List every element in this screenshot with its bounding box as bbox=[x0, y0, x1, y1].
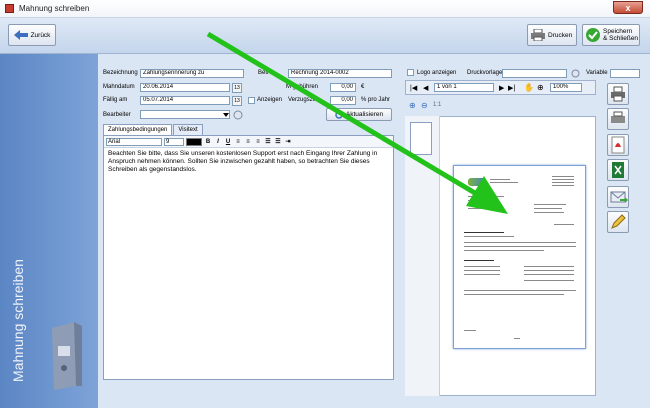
zoom-icon[interactable]: ⊕ bbox=[537, 83, 544, 92]
indent-icon[interactable]: ⇥ bbox=[284, 138, 292, 146]
faellig-field[interactable]: 05.07.2014 bbox=[140, 96, 230, 105]
first-page-icon[interactable]: |◀ bbox=[410, 84, 417, 92]
mahndatum-label: Mahndatum bbox=[103, 84, 135, 90]
bezeichnung-label: Bezeichnung bbox=[103, 70, 138, 76]
email-icon bbox=[610, 191, 628, 203]
printer-icon bbox=[531, 29, 545, 41]
bullet-list-icon[interactable]: ☰ bbox=[264, 138, 272, 146]
editor-content[interactable]: Beachten Sie bitte, dass Sie unseren kos… bbox=[104, 148, 393, 176]
side-title: Mahnung schreiben bbox=[10, 259, 26, 382]
number-list-icon[interactable]: ☰ bbox=[274, 138, 282, 146]
pdf-export-button[interactable] bbox=[607, 134, 629, 156]
faellig-label: Fällig am bbox=[103, 97, 128, 103]
printer-settings-icon bbox=[611, 111, 625, 123]
zinsen-field[interactable]: 0,00 bbox=[330, 96, 356, 105]
refresh-icon[interactable] bbox=[233, 110, 243, 120]
variable-field[interactable] bbox=[610, 69, 640, 78]
save-label: Speichern bbox=[603, 28, 633, 35]
toolbar: Zurück Drucken Speichern & Schließen bbox=[0, 18, 650, 54]
logo-checkbox[interactable] bbox=[407, 69, 414, 76]
thumbnail-column bbox=[405, 116, 440, 396]
chevron-down-icon bbox=[223, 113, 229, 117]
close-label: & Schließen bbox=[603, 35, 639, 42]
back-arrow-icon bbox=[13, 30, 28, 40]
zoom-in-icon[interactable]: ⊕ bbox=[409, 101, 416, 110]
print-label: Drucken bbox=[548, 31, 573, 39]
preview-toolbar: |◀ ◀ 1 von 1 ▶ ▶| ✋ ⊕ 100% bbox=[405, 80, 596, 95]
checkmark-icon bbox=[586, 28, 600, 42]
zinsen-label: Verzugszins bbox=[288, 97, 321, 103]
hand-icon[interactable]: ✋ bbox=[524, 83, 534, 92]
printer-setup-button[interactable] bbox=[607, 108, 629, 130]
anzeigen-checkbox[interactable] bbox=[248, 97, 255, 104]
calendar-icon[interactable]: 13 bbox=[232, 83, 242, 93]
edit-button[interactable] bbox=[607, 211, 629, 233]
tab-zahlungsbedingungen[interactable]: Zahlungsbedingungen bbox=[103, 124, 173, 135]
anzeigen-label: Anzeigen bbox=[257, 97, 283, 103]
ratio-label[interactable]: 1:1 bbox=[433, 102, 441, 108]
spesen-field[interactable]: 0,00 bbox=[330, 83, 356, 92]
app-icon bbox=[5, 4, 14, 13]
betreff-field[interactable]: Rechnung 2014-0002 bbox=[288, 69, 392, 78]
zinsen-unit: % pro Jahr bbox=[361, 97, 391, 103]
logo-label: Logo anzeigen bbox=[417, 70, 457, 76]
excel-icon bbox=[612, 162, 624, 178]
betreff-label: Betre bbox=[258, 70, 273, 76]
excel-export-button[interactable] bbox=[607, 159, 629, 181]
document-page bbox=[453, 165, 586, 349]
close-button[interactable]: x bbox=[613, 1, 643, 14]
spesen-unit: € bbox=[361, 84, 365, 90]
prev-page-icon[interactable]: ◀ bbox=[423, 84, 428, 92]
print-button[interactable]: Drucken bbox=[527, 24, 577, 46]
email-button[interactable] bbox=[607, 186, 629, 208]
pdf-icon bbox=[611, 136, 625, 154]
italic-button[interactable]: I bbox=[214, 138, 222, 146]
calendar-icon[interactable]: 13 bbox=[232, 96, 242, 106]
format-toolbar: Arial 9 B I U ≡ ≡ ≡ ☰ ☰ ⇥ bbox=[104, 136, 393, 148]
variable-label: Variable bbox=[586, 70, 608, 76]
save-close-button[interactable]: Speichern & Schließen bbox=[582, 24, 640, 46]
align-right-icon[interactable]: ≡ bbox=[254, 138, 262, 146]
text-editor[interactable]: Arial 9 B I U ≡ ≡ ≡ ☰ ☰ ⇥ Beachten Sie b… bbox=[103, 135, 394, 380]
pencil-icon bbox=[611, 214, 626, 229]
druckvorlage-label: Druckvorlage bbox=[467, 70, 503, 76]
company-logo bbox=[468, 178, 486, 186]
back-label: Zurück bbox=[30, 31, 51, 39]
bearbeiter-label: Bearbeiter bbox=[103, 112, 131, 118]
refresh-icon[interactable] bbox=[571, 69, 580, 78]
page-thumbnail[interactable] bbox=[410, 122, 432, 155]
page-field[interactable]: 1 von 1 bbox=[434, 83, 494, 92]
zoom-select[interactable]: 100% bbox=[550, 83, 582, 92]
aktualisieren-label: Aktualisieren bbox=[345, 111, 384, 118]
mahndatum-field[interactable]: 20.06.2014 bbox=[140, 83, 230, 92]
align-center-icon[interactable]: ≡ bbox=[244, 138, 252, 146]
print-side-button[interactable] bbox=[607, 83, 629, 105]
window-title: Mahnung schreiben bbox=[19, 4, 90, 13]
size-select[interactable]: 9 bbox=[164, 137, 184, 146]
tab-visitext[interactable]: Visitext bbox=[173, 124, 203, 135]
back-button[interactable]: Zurück bbox=[8, 24, 56, 46]
refresh-icon bbox=[335, 110, 343, 119]
printer-icon bbox=[611, 86, 625, 102]
font-select[interactable]: Arial bbox=[106, 137, 162, 146]
bold-button[interactable]: B bbox=[204, 138, 212, 146]
spesen-label: M gebühren bbox=[286, 84, 319, 90]
binder-icon bbox=[52, 322, 82, 390]
zoom-out-icon[interactable]: ⊖ bbox=[421, 101, 428, 110]
druckvorlage-select[interactable] bbox=[502, 69, 567, 78]
underline-button[interactable]: U bbox=[224, 138, 232, 146]
next-page-icon[interactable]: ▶ bbox=[499, 84, 504, 92]
title-bar: Mahnung schreiben x bbox=[0, 0, 650, 18]
aktualisieren-button[interactable]: Aktualisieren bbox=[326, 108, 392, 121]
last-page-icon[interactable]: ▶| bbox=[508, 84, 515, 92]
bezeichnung-field[interactable]: Zahlungserinnerung zu bbox=[140, 69, 244, 78]
tab-bar: Zahlungsbedingungen Visitext bbox=[103, 124, 204, 135]
align-left-icon[interactable]: ≡ bbox=[234, 138, 242, 146]
bearbeiter-select[interactable] bbox=[140, 110, 230, 119]
color-picker[interactable] bbox=[186, 137, 202, 146]
